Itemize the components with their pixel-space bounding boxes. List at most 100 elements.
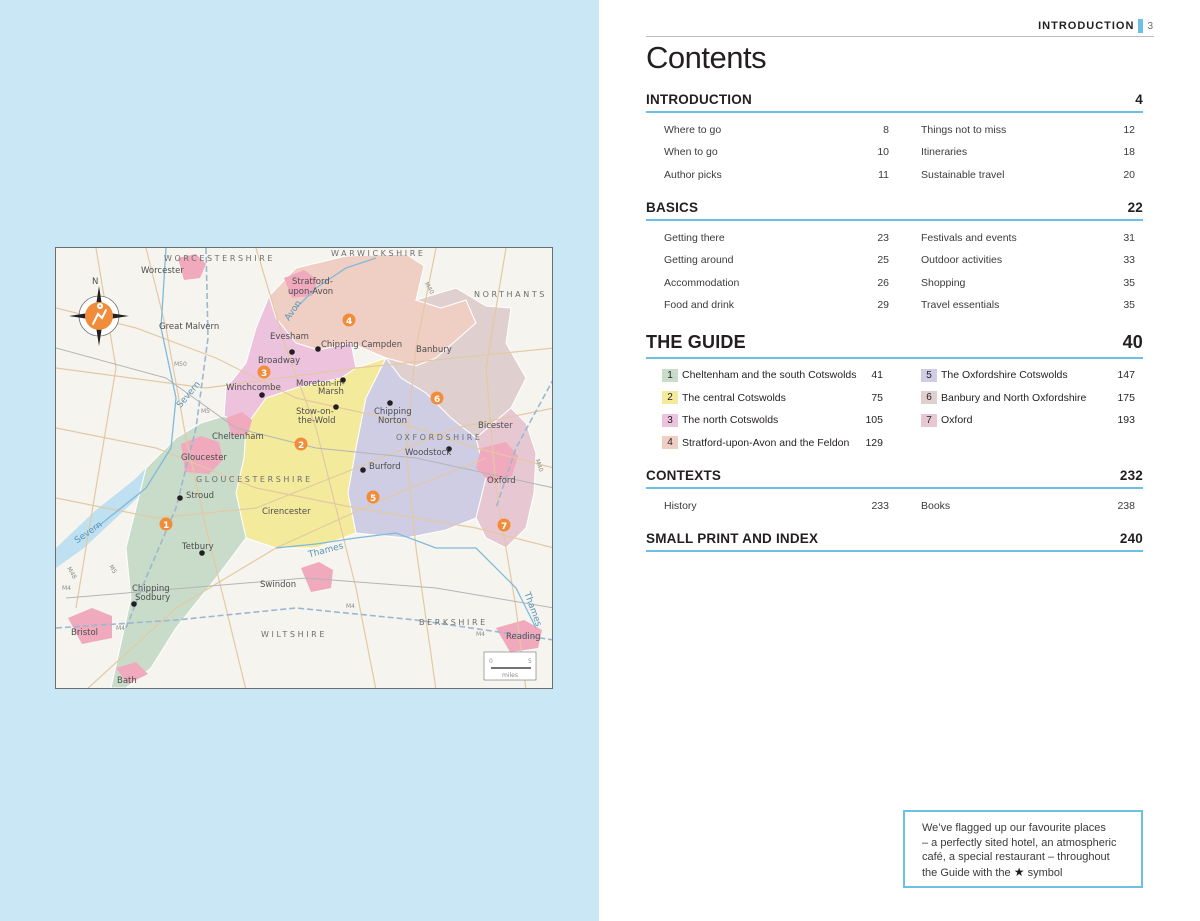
entry-page: 23 [877,232,889,245]
guide-chapter-entry[interactable]: 4 Stratford-upon-Avon and the Feldon 129 [662,432,883,455]
entries-col-left: 1 Cheltenham and the south Cotswolds 41 2T… [646,364,903,454]
compass-north-label: N [92,277,98,287]
entries-col-right: Festivals and events 31 Outdoor activitie… [903,227,1143,316]
section-title: THE GUIDE [646,332,746,352]
section-heading[interactable]: CONTEXTS 232 [646,468,1143,489]
toc-entry[interactable]: History 233 [664,495,889,517]
county-label: NORTHANTS [474,290,547,299]
entry-label: Accommodation [664,276,740,289]
town-label: Gloucester [181,453,227,463]
region-badge-number: 4 [346,317,352,327]
chapter-page: 41 [871,369,883,382]
chapter-page: 129 [865,436,883,449]
toc-entry[interactable]: Festivals and events 31 [921,227,1135,249]
guide-chapter-entry[interactable]: 6 Banbury and North Oxfordshire 175 [921,387,1135,410]
town-label: Broadway [258,356,300,366]
chapter-page: 105 [865,414,883,427]
toc-entry[interactable]: Accommodation 26 [664,272,889,294]
map-svg: N WORCESTERSHIRE WARWICKSHIRE NORTHANTS … [56,248,552,688]
entries-col-left: Getting there 23 Getting around 25 Accommo… [646,227,903,316]
town-label: Stratford- [292,277,333,287]
region-badge-number: 5 [370,494,376,504]
chapter-number-chip: 1 [662,368,678,382]
town-label: Banbury [416,345,452,355]
toc-entry[interactable]: Where to go 8 [664,119,889,141]
toc-entry[interactable]: Sustainable travel 20 [921,164,1135,186]
chapter-number-chip: 7 [921,413,937,427]
town-label: Bicester [478,421,513,431]
entries-col-left: History 233 [646,495,903,517]
county-label: WORCESTERSHIRE [164,254,275,263]
toc-entry[interactable]: Getting there 23 [664,227,889,249]
entry-label: When to go [664,146,718,159]
road-label: M4 [476,631,485,638]
toc-entry[interactable]: Travel essentials 35 [921,294,1135,316]
section-page: 240 [1119,531,1143,546]
entry-label: Author picks [664,168,722,181]
section-guide: THE GUIDE 40 1 Cheltenham and the south C… [646,332,1143,454]
map-scale-bar: 0 5 miles [483,651,537,681]
road-label: M4 [346,603,355,610]
road-label: M50 [174,361,187,368]
page-number: 3 [1147,20,1153,32]
region-badge-number: 7 [501,522,507,532]
entry-label: Getting around [664,254,734,267]
note-text: the Guide with the [922,867,1011,880]
county-label: OXFORDSHIRE [396,433,483,442]
town-label: Great Malvern [159,322,219,332]
chapter-page: 175 [1117,391,1135,404]
town-label: Reading [506,632,541,642]
chapter-title: Stratford-upon-Avon and the Feldon [682,436,850,449]
note-line: – a perfectly sited hotel, an atmospheri… [922,836,1117,849]
section-heading[interactable]: THE GUIDE 40 [646,332,1143,359]
town-label: Woodstock [405,448,451,458]
guide-chapter-entry[interactable]: 3 The north Cotswolds 105 [662,409,883,432]
toc-entry[interactable]: Food and drink 29 [664,294,889,316]
scale-unit: miles [502,672,518,679]
entry-label: History [664,500,697,513]
town-label: Stroud [186,491,214,501]
town-label: Oxford [487,476,516,486]
guide-chapter-entry[interactable]: 1 Cheltenham and the south Cotswolds 41 [662,364,883,387]
entry-label: Travel essentials [921,299,1000,312]
entry-label: Shopping [921,276,966,289]
section-title: CONTEXTS [646,468,722,483]
toc-entry[interactable]: Itineraries 18 [921,141,1135,163]
section-heading[interactable]: INTRODUCTION 4 [646,92,1143,113]
entry-label: Sustainable travel [921,168,1005,181]
section-heading[interactable]: BASICS 22 [646,200,1143,221]
toc-entry[interactable]: Getting around 25 [664,249,889,271]
entry-page: 31 [1123,232,1135,245]
region-badge-number: 1 [163,521,169,531]
cotswolds-map: N WORCESTERSHIRE WARWICKSHIRE NORTHANTS … [55,247,553,689]
favourites-note: We’ve flagged up our favourite places – … [903,810,1143,888]
town-label: Chipping Campden [321,340,402,350]
section-small-print: SMALL PRINT AND INDEX 240 [646,531,1143,552]
section-entries: 1 Cheltenham and the south Cotswolds 41 2T… [646,359,1143,454]
toc-entry[interactable]: Books 238 [921,495,1135,517]
road-label: M4 [62,585,71,592]
entry-page: 233 [871,500,889,513]
guide-chapter-entry[interactable]: 2 The central Cotswolds 75 [662,387,883,410]
toc-entry[interactable]: Author picks 11 [664,164,889,186]
chapter-number-chip: 2 [662,391,678,405]
county-label: WARWICKSHIRE [331,249,426,258]
chapter-title: Banbury and North Oxfordshire [941,391,1087,404]
road-label: M5 [201,408,210,415]
toc-entry[interactable]: Things not to miss 12 [921,119,1135,141]
chapter-number-chip: 3 [662,413,678,427]
toc-entry[interactable]: Shopping 35 [921,272,1135,294]
running-head-rule [646,36,1154,37]
section-title: BASICS [646,200,699,215]
entry-page: 8 [883,124,889,137]
toc-entry[interactable]: When to go 10 [664,141,889,163]
section-heading[interactable]: SMALL PRINT AND INDEX 240 [646,531,1143,552]
guide-chapter-entry[interactable]: 5 The Oxfordshire Cotswolds 147 [921,364,1135,387]
entry-page: 26 [877,276,889,289]
section-page: 232 [1119,468,1143,483]
toc-entry[interactable]: Outdoor activities 33 [921,249,1135,271]
entry-page: 18 [1123,146,1135,159]
town-label: Cirencester [262,507,311,517]
guide-chapter-entry[interactable]: 7 Oxford 193 [921,409,1135,432]
chapter-title: Oxford [941,414,973,427]
